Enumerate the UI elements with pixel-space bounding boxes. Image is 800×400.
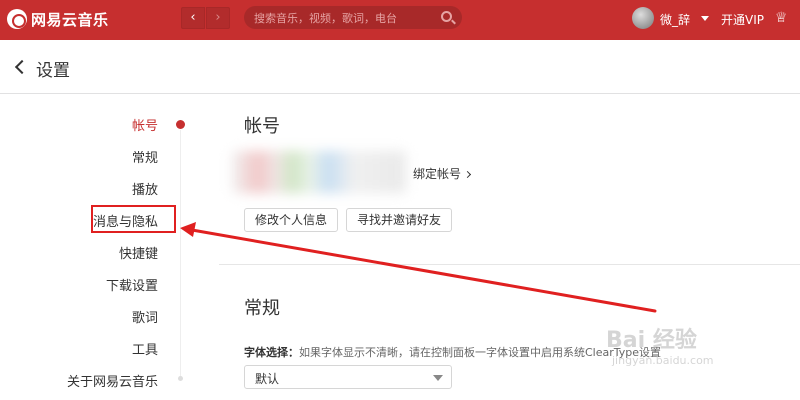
top-bar: 网易云音乐 ‹ › 搜索音乐，视频，歌词，电台 微_辞 开通VIP ♕ — [0, 0, 800, 40]
watermark-url: jingyan.baidu.com — [612, 354, 714, 367]
font-select-value: 默认 — [255, 372, 280, 386]
vip-button[interactable]: 开通VIP — [721, 11, 764, 28]
section-divider — [219, 264, 800, 265]
page-title: 设置 — [36, 61, 70, 81]
settings-window: 网易云音乐 ‹ › 搜索音乐，视频，歌词，电台 微_辞 开通VIP ♕ 设置 帐… — [0, 0, 800, 400]
account-section-title: 帐号 — [244, 116, 280, 137]
sidebar-item-shortcuts[interactable]: 快捷键 — [119, 243, 158, 262]
sidebar-item-about[interactable]: 关于网易云音乐 — [67, 371, 158, 390]
chevron-down-icon[interactable] — [701, 16, 709, 21]
bind-account-link[interactable]: 绑定帐号 — [413, 165, 472, 182]
sidebar-item-account[interactable]: 帐号 — [132, 115, 158, 134]
baidu-watermark: Bai 经验 jingyan.baidu.com — [606, 322, 714, 367]
font-select[interactable]: 默认 — [244, 365, 452, 389]
settings-sidebar: 帐号 常规 播放 消息与隐私 快捷键 下载设置 歌词 工具 关于网易云音乐 — [0, 95, 200, 400]
font-setting-row: 字体选择：如果字体显示不清晰，请在控制面板一字体设置中启用系统ClearType… — [244, 344, 661, 360]
active-dot-icon — [176, 120, 185, 129]
sidebar-timeline — [180, 130, 181, 380]
sidebar-item-tools[interactable]: 工具 — [132, 339, 158, 358]
app-name: 网易云音乐 — [31, 11, 109, 29]
username[interactable]: 微_辞 — [660, 11, 690, 28]
avatar[interactable] — [632, 7, 654, 29]
watermark-main: Bai 经验 — [606, 328, 697, 353]
sidebar-item-playback[interactable]: 播放 — [132, 179, 158, 198]
back-arrow-icon[interactable] — [14, 59, 30, 75]
annotation-highlight-box — [91, 205, 176, 233]
netease-logo-icon — [7, 9, 27, 29]
search-box[interactable]: 搜索音乐，视频，歌词，电台 — [244, 6, 462, 29]
bind-account-label: 绑定帐号 — [413, 167, 462, 181]
search-input[interactable]: 搜索音乐，视频，歌词，电台 — [254, 10, 397, 26]
chevron-right-icon — [463, 170, 472, 179]
settings-header: 设置 — [0, 40, 800, 94]
chevron-down-icon — [433, 375, 443, 381]
font-label: 字体选择： — [244, 346, 299, 359]
invite-friends-button[interactable]: 寻找并邀请好友 — [346, 208, 452, 232]
skin-icon[interactable]: ♕ — [775, 10, 791, 26]
bound-accounts-blurred — [232, 151, 406, 193]
sidebar-item-download[interactable]: 下载设置 — [106, 275, 158, 294]
nav-forward-button[interactable]: › — [206, 7, 230, 29]
nav-back-button[interactable]: ‹ — [181, 7, 205, 29]
sidebar-item-general[interactable]: 常规 — [132, 147, 158, 166]
general-section-title: 常规 — [244, 298, 280, 319]
edit-profile-button[interactable]: 修改个人信息 — [244, 208, 338, 232]
search-icon[interactable] — [441, 11, 452, 22]
sidebar-item-lyrics[interactable]: 歌词 — [132, 307, 158, 326]
timeline-end-dot — [178, 376, 183, 381]
